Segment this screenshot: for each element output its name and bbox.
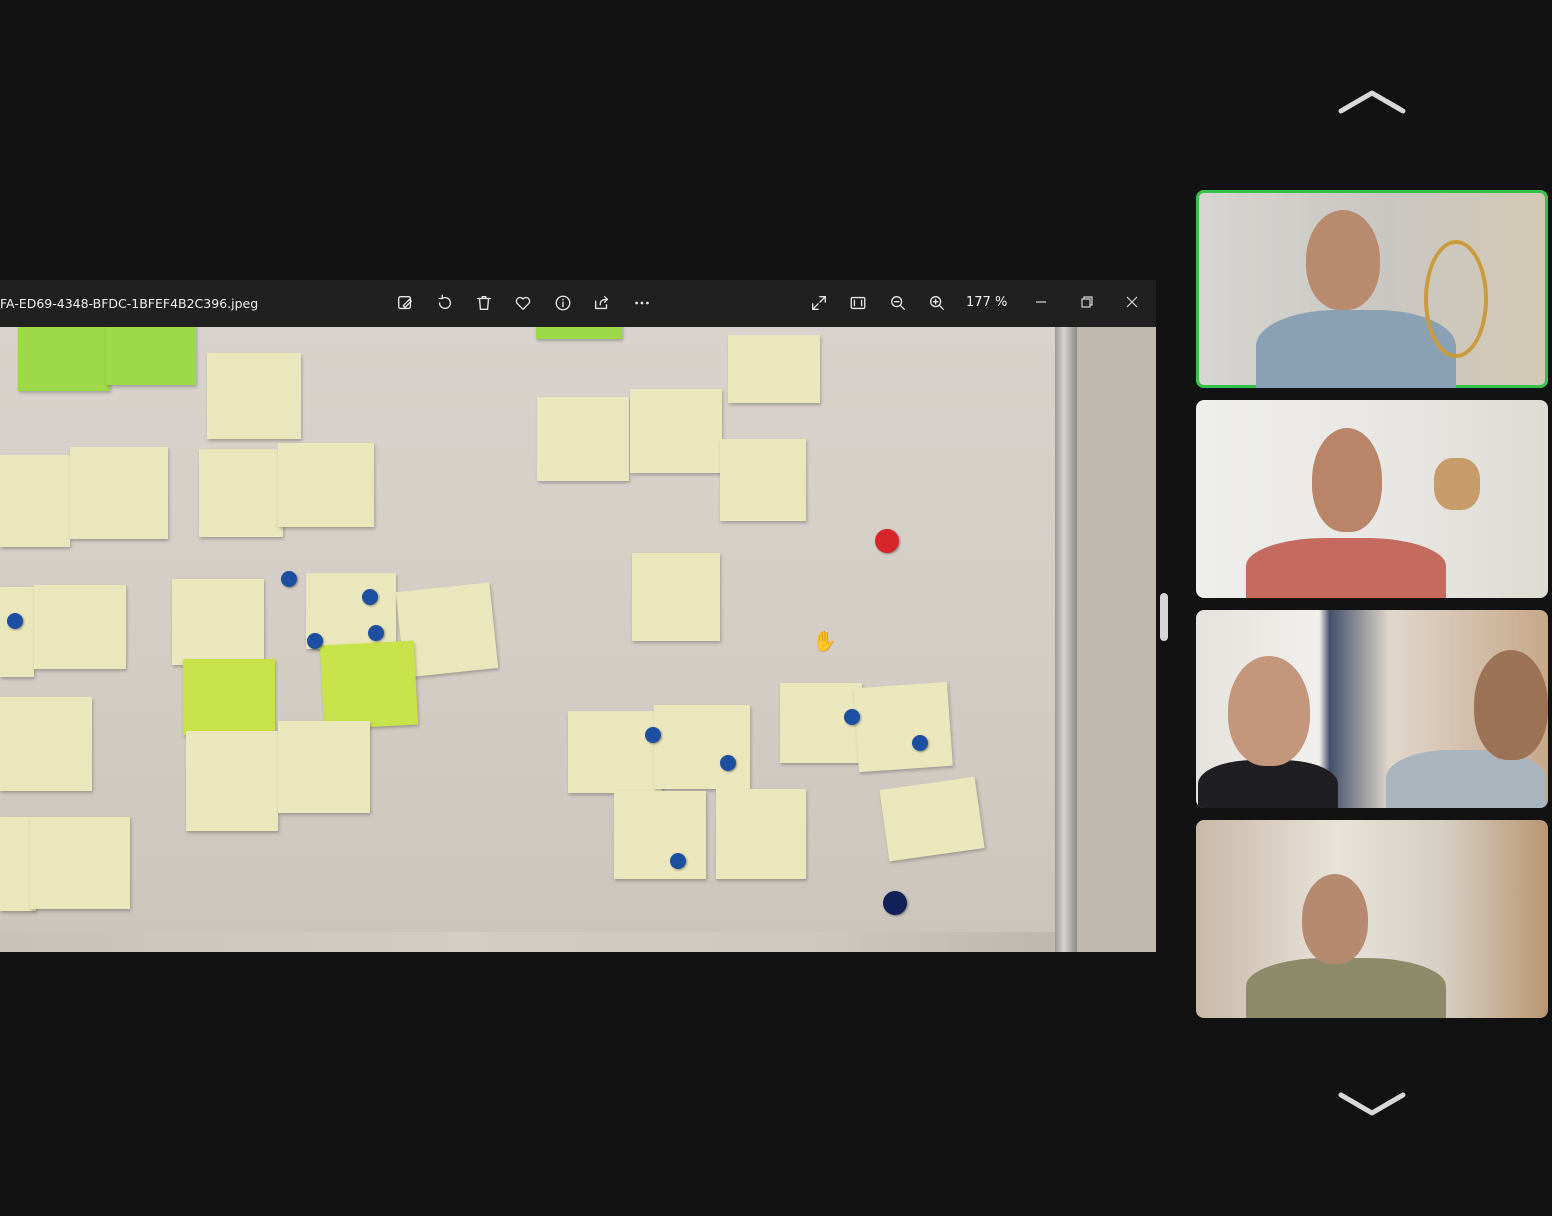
sticky-note <box>720 439 806 521</box>
viewer-titlebar: FA-ED69-4348-BFDC-1BFEF4B2C396.jpeg 177 … <box>0 280 1156 327</box>
chevron-down-icon[interactable] <box>1338 1092 1406 1116</box>
sticky-note <box>106 327 196 385</box>
participant-face <box>1312 428 1382 532</box>
blue-magnet <box>362 589 378 605</box>
red-magnet <box>875 529 899 553</box>
blue-magnet <box>307 633 323 649</box>
blue-magnet <box>281 571 297 587</box>
blue-magnet <box>368 625 384 641</box>
participant-avatar <box>1246 538 1446 598</box>
info-icon[interactable] <box>552 292 574 314</box>
participant-scrollbar[interactable] <box>1160 593 1168 641</box>
edit-icon[interactable] <box>394 292 416 314</box>
sticky-note <box>614 791 706 879</box>
participant-face <box>1302 874 1368 964</box>
sticky-note <box>0 455 70 547</box>
sticky-note <box>654 705 750 789</box>
sticky-note <box>172 579 264 665</box>
zoom-in-icon[interactable] <box>926 292 948 314</box>
blue-magnet <box>720 755 736 771</box>
sticky-note <box>728 335 820 403</box>
sticky-note <box>70 447 168 539</box>
participant-face <box>1306 210 1380 310</box>
fit-icon[interactable] <box>847 292 869 314</box>
close-icon[interactable] <box>1118 288 1146 316</box>
blue-magnet <box>844 709 860 725</box>
participant-avatar <box>1246 958 1446 1018</box>
mirror <box>1424 240 1488 358</box>
sticky-note <box>186 731 278 831</box>
file-name: FA-ED69-4348-BFDC-1BFEF4B2C396.jpeg <box>0 296 259 311</box>
sticky-note <box>879 776 985 862</box>
sticky-note <box>716 789 806 879</box>
participant-video-2[interactable] <box>1196 400 1548 598</box>
blue-magnet <box>645 727 661 743</box>
expand-icon[interactable] <box>808 292 830 314</box>
blue-magnet <box>670 853 686 869</box>
zoom-level[interactable]: 177 % <box>966 295 1007 310</box>
participant-video-4[interactable] <box>1196 820 1548 1018</box>
share-icon[interactable] <box>591 292 613 314</box>
image-viewer-window: FA-ED69-4348-BFDC-1BFEF4B2C396.jpeg 177 … <box>0 280 1156 952</box>
sticky-note <box>853 681 953 773</box>
participant-avatar <box>1198 760 1338 808</box>
participant-video-3[interactable] <box>1196 610 1548 808</box>
participant-face <box>1228 656 1310 766</box>
participant-face <box>1474 650 1548 760</box>
sticky-note <box>199 449 283 537</box>
blue-magnet <box>7 613 23 629</box>
sticky-note <box>632 553 720 641</box>
whiteboard-photo: ✋ <box>0 327 1156 952</box>
sticky-note <box>30 817 130 909</box>
sticky-note <box>18 327 110 391</box>
sticky-note <box>34 585 126 669</box>
sticky-note <box>536 327 622 339</box>
minimize-icon[interactable] <box>1027 288 1055 316</box>
sticky-note <box>183 659 275 735</box>
rotate-icon[interactable] <box>434 292 456 314</box>
sticky-note <box>537 397 629 481</box>
sticky-note <box>630 389 722 473</box>
blue-magnet <box>912 735 928 751</box>
zoom-out-icon[interactable] <box>887 292 909 314</box>
sticky-note <box>0 587 34 677</box>
board-frame <box>1055 327 1077 952</box>
lamp <box>1434 458 1480 510</box>
sticky-note <box>278 443 374 527</box>
sticky-note <box>207 353 301 439</box>
sticky-note <box>568 711 662 793</box>
restore-icon[interactable] <box>1073 288 1101 316</box>
sticky-note <box>319 640 419 730</box>
sticky-note <box>278 721 370 813</box>
chevron-up-icon[interactable] <box>1338 90 1406 114</box>
favorite-icon[interactable] <box>512 292 534 314</box>
participant-video-1[interactable] <box>1196 190 1548 388</box>
sticky-note <box>0 697 92 791</box>
navy-magnet <box>883 891 907 915</box>
hand-cursor-icon: ✋ <box>812 629 837 653</box>
delete-icon[interactable] <box>473 292 495 314</box>
more-icon[interactable] <box>631 292 653 314</box>
wall-background <box>1077 327 1156 952</box>
